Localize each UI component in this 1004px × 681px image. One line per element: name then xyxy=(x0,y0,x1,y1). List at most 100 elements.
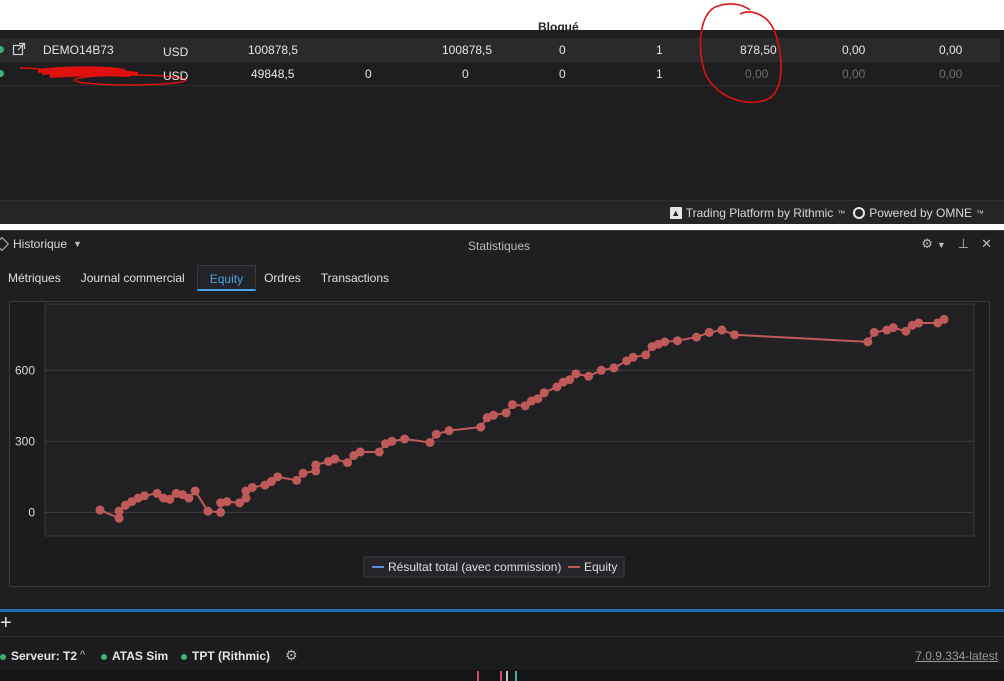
equity-point xyxy=(501,408,511,418)
rithmic-bar: ▲ Trading Platform by Rithmic ™ Powered … xyxy=(0,200,1004,224)
equity-point xyxy=(273,472,283,482)
account-currency: USD xyxy=(163,69,189,83)
equity-point xyxy=(203,506,213,516)
equity-point xyxy=(730,330,740,340)
tpt-connection[interactable]: TPT (Rithmic) xyxy=(181,649,270,663)
version-link[interactable]: 7.0.9.334-latest xyxy=(915,649,998,663)
legend-label: Résultat total (avec commission) xyxy=(388,560,561,574)
blocked-column-header: Bloqué xyxy=(538,22,579,30)
equity-point xyxy=(400,434,410,444)
panel-title: Statistiques xyxy=(468,239,531,253)
rithmic-label: Trading Platform by Rithmic xyxy=(685,206,834,220)
equity-point xyxy=(292,475,302,485)
equity-point xyxy=(330,454,340,464)
chevron-down-icon: ▼ xyxy=(73,239,82,249)
equity-point xyxy=(216,507,226,517)
y-tick-label: 300 xyxy=(15,434,35,448)
y-tick-label: 600 xyxy=(15,363,35,377)
rithmic-logo-icon: ▲ xyxy=(669,207,682,219)
equity-point xyxy=(628,352,638,362)
account-value: 0 xyxy=(462,67,469,81)
account-value: 100878,5 xyxy=(442,43,493,57)
equity-point xyxy=(596,365,606,375)
equity-point xyxy=(571,369,581,379)
account-col2: 0 xyxy=(365,67,372,81)
omne-tm: ™ xyxy=(976,208,984,218)
omne-logo-icon xyxy=(853,207,866,219)
tab-transactions[interactable]: Transactions xyxy=(313,265,401,291)
account-count: 1 xyxy=(656,43,663,57)
equity-point xyxy=(95,505,105,515)
settings-gear-icon[interactable]: ⚙ xyxy=(285,647,298,664)
equity-point xyxy=(374,447,384,457)
equity-point xyxy=(355,447,365,457)
accounts-grid: DEMO14B73 USD 100878,5 100878,5 0 1 878,… xyxy=(0,30,1004,200)
legend-label: Equity xyxy=(584,560,617,574)
history-dropdown[interactable]: Historique ▼ xyxy=(0,236,82,252)
equity-point xyxy=(425,437,435,447)
close-icon[interactable]: ✕ xyxy=(981,236,992,252)
add-row: + xyxy=(0,612,1004,636)
statistics-panel: Historique ▼ Statistiques ⚙ ▼ ⊥ ✕ Métriqu… xyxy=(0,230,1004,610)
pin-icon[interactable]: ⊥ xyxy=(958,236,969,252)
equity-point xyxy=(539,388,549,398)
equity-point xyxy=(888,323,898,333)
account-col7: 0,00 xyxy=(842,43,866,57)
equity-point xyxy=(444,426,454,436)
tab-equity[interactable]: Equity xyxy=(196,265,257,291)
tab-metrics[interactable]: Métriques xyxy=(0,265,73,291)
equity-point xyxy=(298,468,308,478)
equity-point xyxy=(672,336,682,346)
equity-point xyxy=(247,482,257,492)
rithmic-tm: ™ xyxy=(837,208,846,218)
status-dot-icon xyxy=(181,653,187,660)
history-icon xyxy=(0,236,10,252)
equity-point xyxy=(660,337,670,347)
equity-point xyxy=(184,493,194,503)
account-col7: 0,00 xyxy=(842,67,866,81)
tab-trading-journal[interactable]: Journal commercial xyxy=(73,265,197,291)
equity-point xyxy=(717,325,727,335)
add-icon[interactable]: + xyxy=(0,613,12,633)
stats-tabs: Métriques Journal commercial Equity Ordr… xyxy=(0,265,401,291)
equity-point xyxy=(476,422,486,432)
external-link-icon[interactable] xyxy=(12,42,26,56)
status-bar: Serveur: T2 ^ ATAS Sim TPT (Rithmic) ⚙ 7… xyxy=(0,636,1004,670)
equity-point xyxy=(939,314,949,324)
plot-area xyxy=(44,303,975,537)
chevron-up-icon[interactable]: ^ xyxy=(80,649,85,661)
equity-point xyxy=(609,363,619,373)
account-col8: 0,00 xyxy=(939,67,963,81)
atas-connection[interactable]: ATAS Sim xyxy=(101,649,168,663)
equity-point xyxy=(914,318,924,328)
equity-point xyxy=(704,327,714,337)
account-balance: 49848,5 xyxy=(251,67,295,81)
equity-point xyxy=(507,400,517,410)
equity-point xyxy=(488,410,498,420)
account-blocked: 0 xyxy=(559,67,566,81)
equity-point xyxy=(139,491,149,501)
connected-status-icon xyxy=(0,70,4,77)
equity-point xyxy=(387,436,397,446)
equity-point xyxy=(584,371,594,381)
tpt-label: TPT (Rithmic) xyxy=(192,649,270,663)
top-white-area xyxy=(0,0,1004,30)
account-balance: 100878,5 xyxy=(248,43,299,57)
equity-point xyxy=(869,327,879,337)
omne-label: Powered by OMNE xyxy=(869,206,972,220)
y-tick-label: 0 xyxy=(28,505,35,519)
equity-point xyxy=(190,486,200,496)
history-label: Historique xyxy=(13,237,68,251)
tab-orders[interactable]: Ordres xyxy=(256,265,313,291)
taskbar-mark xyxy=(506,671,508,681)
server-status[interactable]: Serveur: T2 xyxy=(0,649,77,663)
account-row[interactable]: DEMO14B73 USD 100878,5 100878,5 0 1 878,… xyxy=(0,38,1000,62)
gear-icon[interactable]: ⚙ ▼ xyxy=(921,236,946,252)
taskbar-mark xyxy=(500,671,502,681)
window-controls: ⚙ ▼ ⊥ ✕ xyxy=(921,236,992,252)
status-dot-icon xyxy=(101,653,107,660)
account-row[interactable]: USD 49848,5 0 0 0 1 0,00 0,00 0,00 xyxy=(0,62,1000,86)
red-circle-annotation xyxy=(699,3,782,103)
account-col8: 0,00 xyxy=(939,43,963,57)
equity-point xyxy=(863,337,873,347)
